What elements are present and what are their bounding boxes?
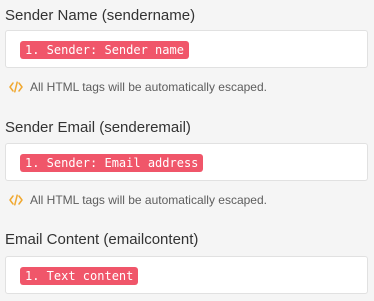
- sender-email-hint-text: All HTML tags will be automatically esca…: [30, 193, 267, 207]
- sender-name-input[interactable]: 1. Sender: Sender name: [5, 30, 368, 68]
- email-content-label: Email Content (emailcontent): [5, 231, 199, 248]
- field-mapping-form: Sender Name (sendername) 1. Sender: Send…: [0, 0, 374, 301]
- sender-name-hint: All HTML tags will be automatically esca…: [9, 79, 267, 95]
- code-icon: [9, 194, 23, 206]
- email-content-input[interactable]: 1. Text content: [5, 256, 368, 294]
- sender-name-label: Sender Name (sendername): [5, 7, 196, 24]
- sender-name-token[interactable]: 1. Sender: Sender name: [20, 41, 189, 59]
- email-content-token[interactable]: 1. Text content: [20, 267, 139, 285]
- sender-email-input[interactable]: 1. Sender: Email address: [5, 143, 368, 181]
- code-icon: [9, 81, 23, 93]
- sender-email-token[interactable]: 1. Sender: Email address: [20, 154, 204, 172]
- sender-name-hint-text: All HTML tags will be automatically esca…: [30, 80, 267, 94]
- sender-email-label: Sender Email (senderemail): [5, 119, 191, 136]
- sender-email-hint: All HTML tags will be automatically esca…: [9, 192, 267, 208]
